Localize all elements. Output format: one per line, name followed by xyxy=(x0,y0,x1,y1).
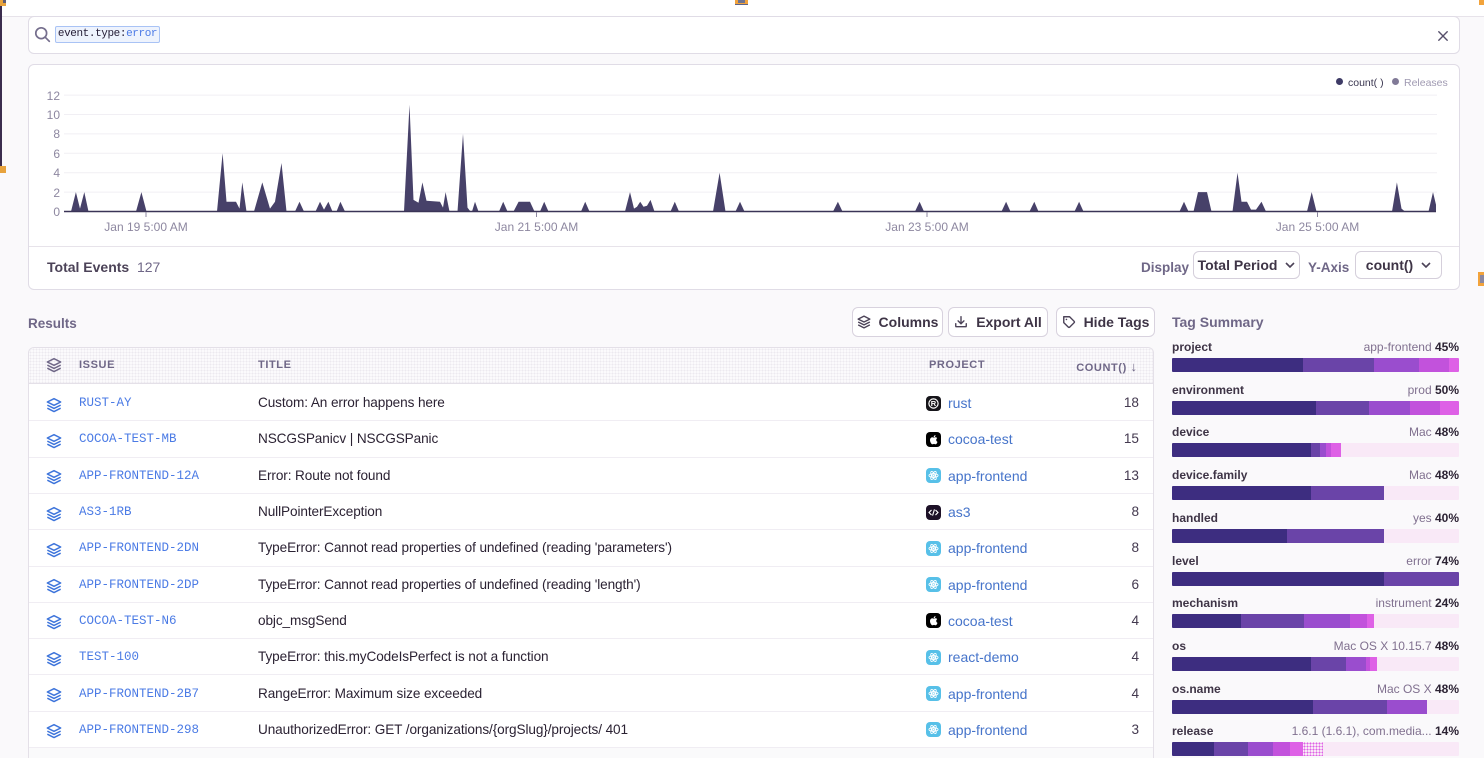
svg-text:R: R xyxy=(931,399,937,408)
